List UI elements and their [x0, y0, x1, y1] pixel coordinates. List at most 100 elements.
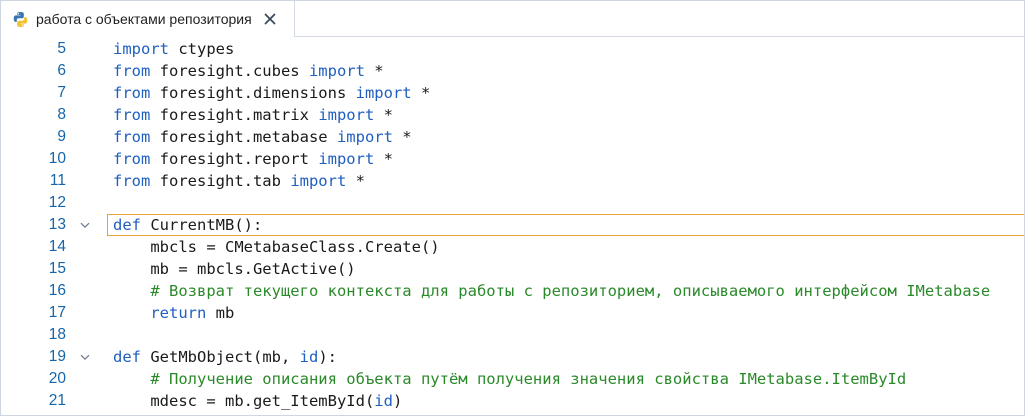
text-token: foresight.cubes	[150, 62, 309, 80]
line-number: 12	[48, 194, 66, 211]
text-token: mbcls = CMetabaseClass.Create()	[113, 238, 440, 256]
code-line[interactable]: 19 def GetMbObject(mb, id):	[1, 346, 1024, 368]
text-token: *	[346, 172, 365, 190]
code-text: import ctypes	[113, 38, 234, 60]
code-text: mbcls = CMetabaseClass.Create()	[113, 236, 440, 258]
code-text: from foresight.tab import *	[113, 170, 365, 192]
line-number: 14	[48, 238, 66, 255]
code-line[interactable]: 8 from foresight.matrix import *	[1, 104, 1024, 126]
line-number: 10	[48, 150, 66, 167]
code-line[interactable]: 11 from foresight.tab import *	[1, 170, 1024, 192]
line-number: 16	[48, 282, 66, 299]
code-text: from foresight.report import *	[113, 148, 393, 170]
keyword-token: def	[113, 216, 141, 234]
line-number: 19	[48, 348, 66, 365]
text-token: GetMbObject(mb,	[141, 348, 300, 366]
code-line[interactable]: 18	[1, 324, 1024, 346]
code-line[interactable]: 10 from foresight.report import *	[1, 148, 1024, 170]
code-text: from foresight.matrix import *	[113, 104, 393, 126]
text-token: *	[392, 128, 412, 146]
code-text: mb = mbcls.GetActive()	[113, 258, 356, 280]
code-text: mdesc = mb.get_ItemById(id)	[113, 390, 402, 412]
keyword-token: import	[308, 62, 365, 80]
line-number: 18	[48, 326, 66, 343]
text-token: mb = mbcls.GetActive()	[113, 260, 356, 278]
text-token: *	[364, 62, 384, 80]
text-token: ctypes	[169, 40, 235, 58]
code-line[interactable]: 9 from foresight.metabase import *	[1, 126, 1024, 148]
code-text: def GetMbObject(mb, id):	[113, 346, 337, 368]
code-text: from foresight.cubes import *	[113, 60, 384, 82]
keyword-token: import	[336, 128, 393, 146]
builtin-token: id	[374, 392, 393, 410]
line-number: 6	[57, 62, 66, 79]
code-line[interactable]: 12	[1, 192, 1024, 214]
text-token: foresight.dimensions	[150, 84, 356, 102]
text-token: ):	[318, 348, 337, 366]
line-number: 20	[48, 370, 66, 387]
code-line[interactable]: 21 mdesc = mb.get_ItemById(id)	[1, 390, 1024, 412]
line-number: 8	[57, 106, 66, 123]
keyword-token: import	[113, 40, 169, 58]
text-token: foresight.report	[150, 150, 319, 168]
close-icon[interactable]	[262, 11, 278, 27]
tab-editor-file[interactable]: работа с объектами репозитория	[1, 1, 295, 37]
code-line[interactable]: 17 return mb	[1, 302, 1024, 324]
line-number: 13	[48, 216, 66, 233]
code-text: from foresight.metabase import *	[113, 126, 412, 148]
keyword-token: from	[113, 128, 151, 146]
code-line[interactable]: 15 mb = mbcls.GetActive()	[1, 258, 1024, 280]
keyword-token: import	[318, 150, 375, 168]
code-text: def CurrentMB():	[113, 214, 262, 236]
code-line[interactable]: 20 # Получение описания объекта путём по…	[1, 368, 1024, 390]
code-text: from foresight.dimensions import *	[113, 82, 430, 104]
line-number: 15	[48, 260, 66, 277]
line-number: 9	[57, 128, 66, 145]
keyword-token: def	[113, 348, 141, 366]
fold-chevron-icon[interactable]	[79, 350, 91, 364]
code-line[interactable]: 16 # Возврат текущего контекста для рабо…	[1, 280, 1024, 302]
keyword-token: from	[113, 84, 151, 102]
code-line[interactable]: 14 mbcls = CMetabaseClass.Create()	[1, 236, 1024, 258]
text-token: CurrentMB():	[141, 216, 263, 234]
keyword-token: from	[113, 150, 151, 168]
line-number: 5	[57, 40, 66, 57]
tab-title: работа с объектами репозитория	[36, 11, 252, 27]
line-number: 21	[48, 392, 66, 409]
keyword-token: return	[150, 304, 207, 322]
line-number: 7	[57, 84, 66, 101]
comment-token: # Возврат текущего контекста для работы …	[150, 282, 991, 300]
text-token: foresight.tab	[150, 172, 291, 190]
code-text: # Возврат текущего контекста для работы …	[113, 280, 990, 302]
text-token: *	[411, 84, 431, 102]
tab-bar: работа с объектами репозитория	[1, 1, 1024, 37]
code-text: # Получение описания объекта путём получ…	[113, 368, 906, 390]
code-line[interactable]: 7 from foresight.dimensions import *	[1, 82, 1024, 104]
comment-token: # Получение описания объекта путём получ…	[150, 370, 907, 388]
keyword-token: from	[113, 106, 151, 124]
fold-chevron-icon[interactable]	[79, 218, 91, 232]
python-icon	[12, 11, 29, 28]
text-token: )	[392, 392, 403, 410]
text-token: foresight.matrix	[150, 106, 319, 124]
text-token: *	[374, 150, 393, 168]
builtin-token: id	[299, 348, 319, 366]
code-line[interactable]: 6 from foresight.cubes import *	[1, 60, 1024, 82]
line-number: 11	[49, 172, 66, 189]
code-line[interactable]: 13 def CurrentMB():	[1, 214, 1024, 236]
code-editor-window: работа с объектами репозитория 5 import c…	[0, 0, 1025, 416]
text-token: mdesc = mb.get_ItemById(	[113, 392, 375, 410]
text-token: mb	[206, 304, 235, 322]
code-line[interactable]: 5 import ctypes	[1, 38, 1024, 60]
code-editor[interactable]: 5 import ctypes 6 from foresight.cubes impo…	[1, 38, 1024, 415]
keyword-token: from	[113, 172, 151, 190]
keyword-token: import	[318, 106, 375, 124]
keyword-token: import	[355, 84, 412, 102]
line-number: 17	[48, 304, 66, 321]
keyword-token: import	[290, 172, 347, 190]
keyword-token: from	[113, 62, 151, 80]
code-text: return mb	[113, 302, 234, 324]
